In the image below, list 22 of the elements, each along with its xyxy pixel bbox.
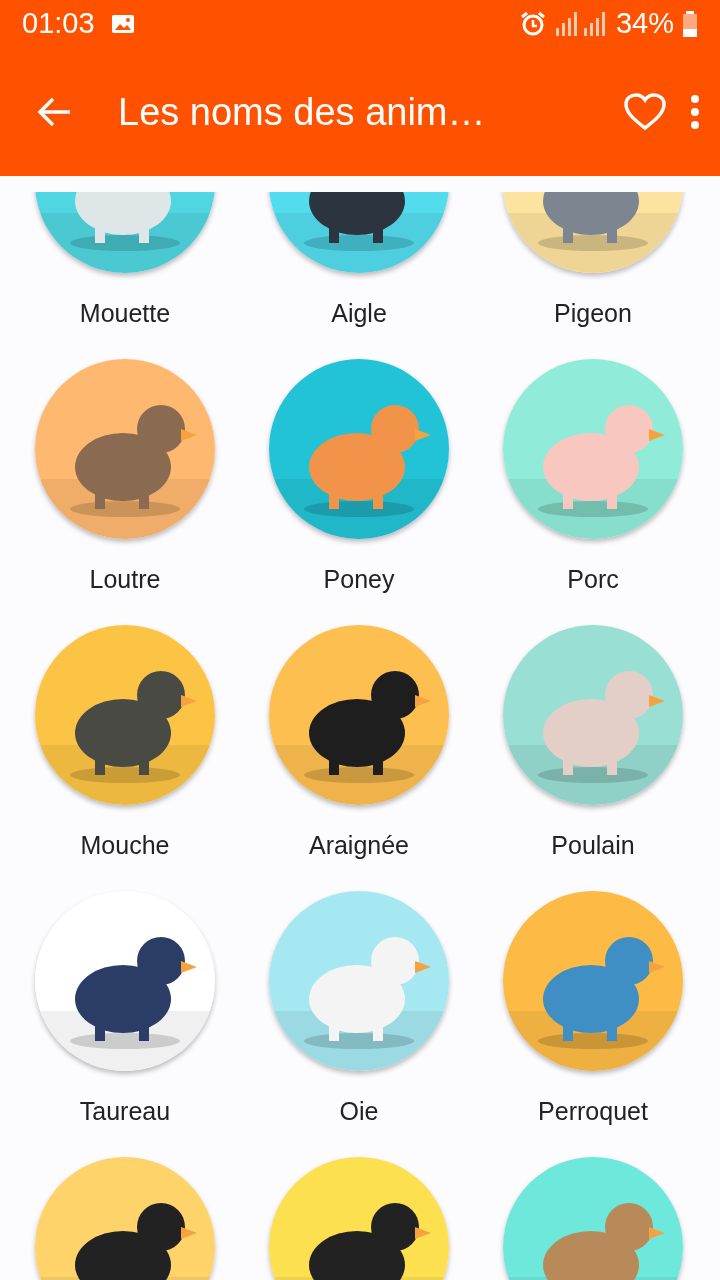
animal-name: Aigle (331, 298, 387, 329)
animal-name: Mouche (80, 830, 170, 861)
animal-name: Pigeon (554, 298, 632, 329)
animal-name: Porc (567, 564, 619, 595)
status-time: 01:03 (22, 6, 95, 42)
animal-name: Oie (339, 1096, 379, 1127)
animal-name: Perroquet (538, 1096, 648, 1127)
animal-name: Mouette (79, 298, 171, 329)
animal-name: Araignée (308, 830, 410, 861)
animal-name: Poulain (551, 830, 635, 861)
back-button[interactable] (36, 96, 72, 128)
image-icon (110, 14, 135, 34)
animal-name: Poney (323, 564, 395, 595)
animal-name: Loutre (89, 564, 161, 595)
signal-icon (553, 12, 608, 36)
alarm-icon (519, 11, 546, 37)
app-title: Les noms des anim… (118, 89, 486, 135)
menu-button[interactable] (690, 95, 700, 129)
favorite-button[interactable] (624, 93, 666, 131)
battery-percent: 34% (615, 6, 674, 42)
animal-name: Taureau (79, 1096, 171, 1127)
battery-icon (682, 11, 698, 37)
